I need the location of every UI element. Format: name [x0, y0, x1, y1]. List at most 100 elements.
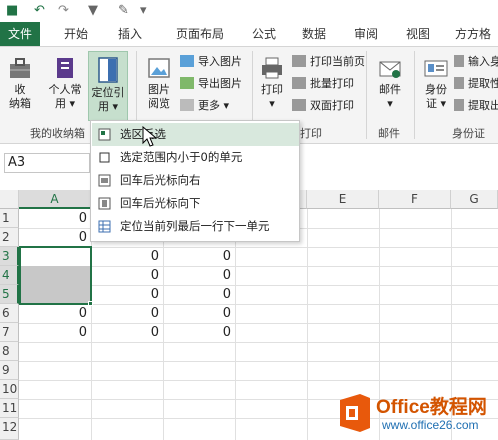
cell-b7[interactable]: 0 — [91, 323, 163, 342]
select-all-corner[interactable] — [0, 190, 19, 209]
undo-icon[interactable]: ↶ — [34, 3, 45, 18]
tab-file[interactable]: 文件 — [0, 22, 40, 46]
extract-birth-button[interactable]: 提取出 — [454, 97, 498, 115]
more-button[interactable]: 更多 ▾ — [180, 97, 229, 115]
print-current-page-label: 打印当前页 — [310, 55, 365, 68]
cell-b3[interactable]: 0 — [91, 247, 163, 266]
locate-reference-menu: 选区反选 选定范围内小于0的单元 回车后光标向右 回车后光标向下 定位当前列最后… — [90, 120, 300, 242]
personal-common-label-1: 个人常 — [48, 83, 82, 96]
row-header-2[interactable]: 2 — [0, 228, 19, 247]
group-separator — [366, 51, 367, 139]
menu-item-enter-right[interactable]: 回车后光标向右 — [92, 169, 299, 192]
row-header-7[interactable]: 7 — [0, 323, 19, 342]
print-label-2: ▾ — [269, 97, 275, 110]
invert-selection-icon — [98, 128, 111, 141]
format-painter-icon[interactable]: ✎ — [118, 3, 129, 18]
id-card-button[interactable]: 身份 证 ▾ — [420, 55, 452, 119]
row-header-6[interactable]: 6 — [0, 304, 19, 323]
row-header-12[interactable]: 12 — [0, 418, 19, 440]
cell-c4[interactable]: 0 — [163, 266, 235, 285]
cell-b4[interactable]: 0 — [91, 266, 163, 285]
cursor-right-icon — [98, 174, 111, 187]
row-header-4[interactable]: 4 — [0, 266, 19, 285]
batch-print-label: 批量打印 — [310, 77, 354, 90]
locate-panel-icon — [98, 57, 118, 83]
batch-print-button[interactable]: 批量打印 — [292, 75, 354, 93]
locate-reference-button[interactable]: 定位引 用 ▾ — [88, 51, 128, 121]
row-header-10[interactable]: 10 — [0, 380, 19, 399]
duplex-print-label: 双面打印 — [310, 99, 354, 112]
cell-a6[interactable]: 0 — [19, 304, 91, 323]
tab-fangfangge[interactable]: 方方格 — [448, 22, 498, 46]
batch-print-icon — [292, 77, 306, 89]
extract-birth-label: 提取出 — [468, 99, 498, 112]
tab-view[interactable]: 视图 — [398, 22, 438, 46]
column-header-e[interactable]: E — [307, 190, 379, 209]
gridline — [307, 209, 308, 440]
mail-button[interactable]: 邮件 ▾ — [372, 55, 408, 119]
cell-c7[interactable]: 0 — [163, 323, 235, 342]
more-icon — [180, 99, 194, 111]
cell-c6[interactable]: 0 — [163, 304, 235, 323]
save-icon[interactable]: ■ — [6, 3, 18, 18]
tab-insert[interactable]: 插入 — [108, 22, 152, 46]
excel-window: ■ ↶ ↷ ▼ ✎ ▾ 文件 开始 插入 页面布局 公式 数据 审阅 视图 方方… — [0, 0, 498, 440]
cell-a7[interactable]: 0 — [19, 323, 91, 342]
qat-more-icon[interactable]: ▾ — [140, 3, 147, 18]
locate-reference-label-2: 用 ▾ — [97, 100, 119, 113]
print-current-page-button[interactable]: 打印当前页 — [292, 53, 365, 71]
cell-b6[interactable]: 0 — [91, 304, 163, 323]
row-header-5[interactable]: 5 — [0, 285, 19, 304]
office-logo-icon — [340, 394, 370, 432]
column-header-a[interactable]: A — [19, 190, 91, 209]
tab-data[interactable]: 数据 — [294, 22, 334, 46]
picture-preview-button[interactable]: 图片 阅览 — [142, 55, 176, 119]
menu-item-enter-down[interactable]: 回车后光标向下 — [92, 192, 299, 215]
picture-icon — [148, 58, 170, 78]
row-header-11[interactable]: 11 — [0, 399, 19, 418]
extract-gender-button[interactable]: 提取性 — [454, 75, 498, 93]
column-header-f[interactable]: F — [379, 190, 451, 209]
selection-border — [19, 246, 92, 305]
cursor-down-icon — [98, 197, 111, 210]
group-label-my-box: 我的收纳箱 — [30, 127, 85, 140]
import-picture-icon — [180, 55, 194, 67]
locate-reference-label-1: 定位引 — [91, 86, 125, 99]
cell-b5[interactable]: 0 — [91, 285, 163, 304]
export-picture-button[interactable]: 导出图片 — [180, 75, 242, 93]
row-header-3[interactable]: 3 — [0, 247, 19, 266]
tab-home[interactable]: 开始 — [54, 22, 98, 46]
cell-c5[interactable]: 0 — [163, 285, 235, 304]
collect-box-button[interactable]: 收 纳箱 — [2, 55, 38, 119]
menu-item-last-row-next[interactable]: 定位当前列最后一行下一单元 — [92, 215, 299, 238]
cell-a1[interactable]: 0 — [19, 209, 91, 228]
qat-customize-icon[interactable]: ▼ — [88, 3, 98, 18]
printer-icon — [262, 57, 282, 79]
row-header-9[interactable]: 9 — [0, 361, 19, 380]
group-label-mail: 邮件 — [378, 127, 400, 140]
duplex-print-button[interactable]: 双面打印 — [292, 97, 354, 115]
input-id-button[interactable]: 输入身 — [454, 53, 498, 71]
gridline — [235, 209, 236, 440]
row-header-8[interactable]: 8 — [0, 342, 19, 361]
row-header-1[interactable]: 1 — [0, 209, 19, 228]
id-card-icon — [424, 60, 448, 77]
column-header-g[interactable]: G — [451, 190, 498, 209]
personal-common-button[interactable]: 个人常 用 ▾ — [44, 55, 86, 119]
collect-box-label-2: 纳箱 — [9, 97, 31, 110]
group-label-id: 身份证 — [452, 127, 485, 140]
mail-label-1: 邮件 — [379, 83, 401, 96]
tab-page-layout[interactable]: 页面布局 — [164, 22, 236, 46]
cell-a2[interactable]: 0 — [19, 228, 91, 247]
name-box[interactable]: A3 — [4, 153, 90, 173]
cell-c3[interactable]: 0 — [163, 247, 235, 266]
tab-review[interactable]: 审阅 — [346, 22, 386, 46]
import-picture-button[interactable]: 导入图片 — [180, 53, 242, 71]
extract-birth-icon — [454, 99, 464, 111]
print-button[interactable]: 打印 ▾ — [256, 55, 288, 119]
menu-item-select-negative[interactable]: 选定范围内小于0的单元 — [92, 146, 299, 169]
menu-item-invert-selection[interactable]: 选区反选 — [92, 123, 299, 146]
ribbon-tabs: 文件 开始 插入 页面布局 公式 数据 审阅 视图 方方格 — [0, 22, 498, 46]
tab-formulas[interactable]: 公式 — [244, 22, 284, 46]
redo-icon[interactable]: ↷ — [58, 3, 69, 18]
